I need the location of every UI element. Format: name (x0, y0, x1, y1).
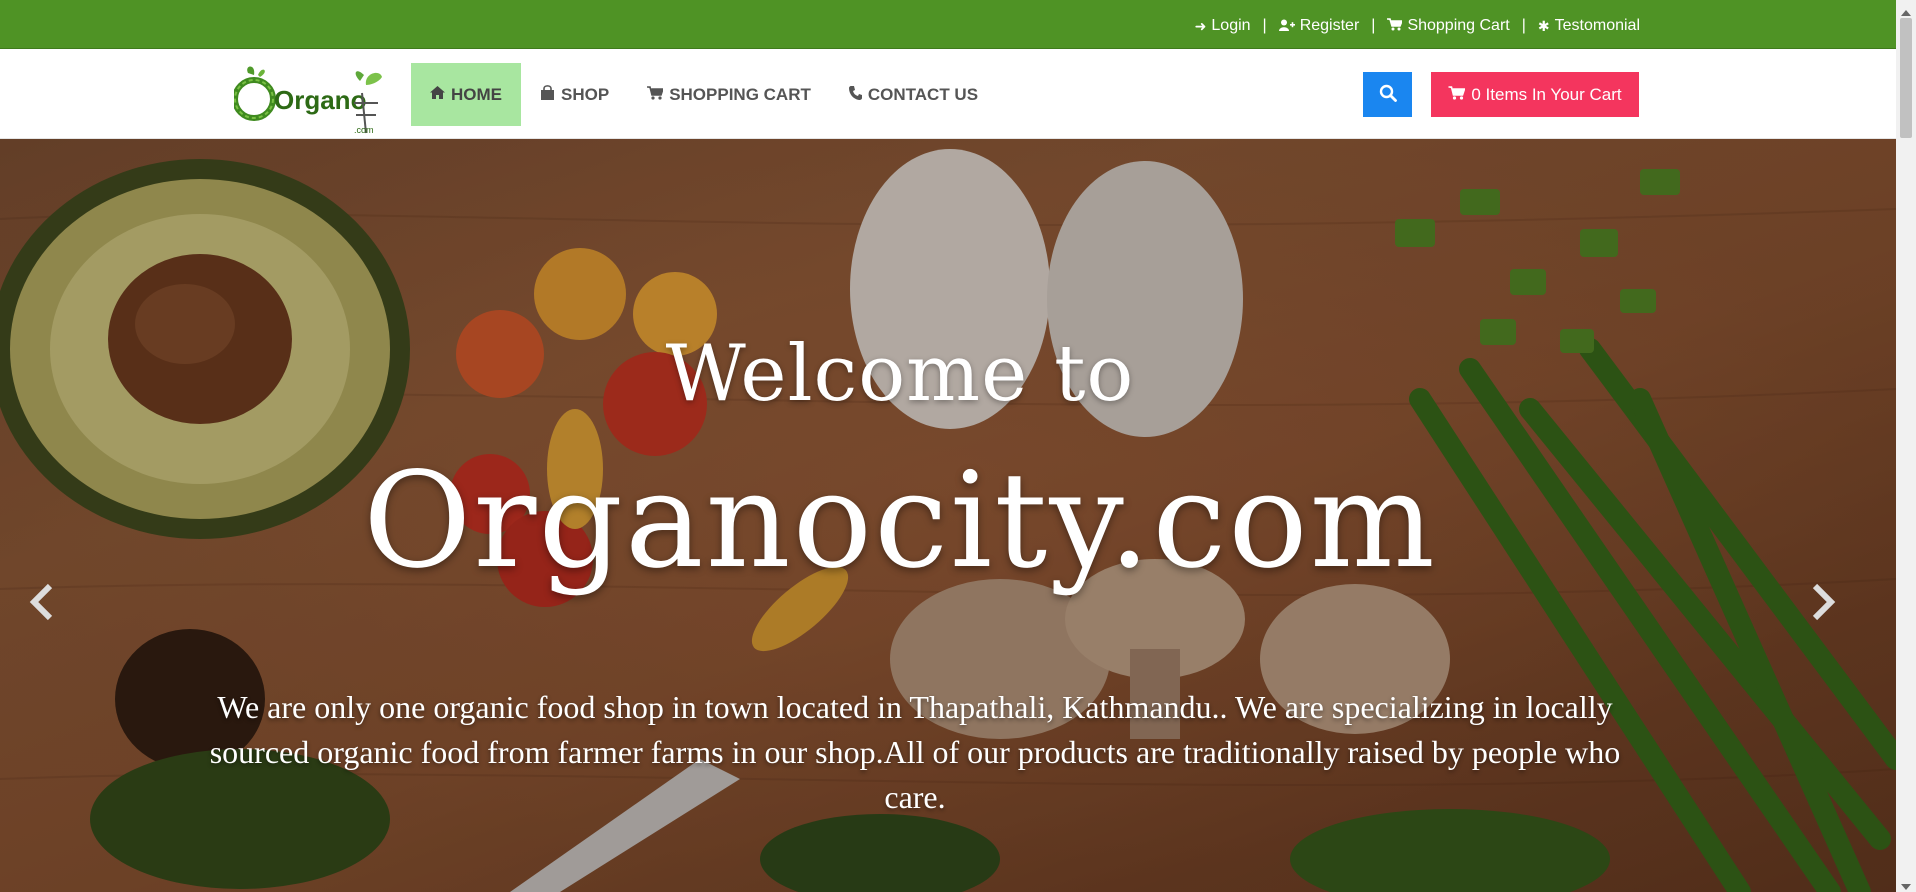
hero-title: Organocity.com (363, 444, 1437, 598)
nav-shopping-cart-label: SHOPPING CART (669, 84, 811, 104)
hero-subtitle: Welcome to (665, 329, 1135, 419)
main-nav: HOME SHOP SHOPPING CART CONTACT US (411, 63, 997, 126)
main-header: Organo .com HOME SHOP SHOPPING CART CONT… (0, 49, 1896, 139)
nav-contact-us-label: CONTACT US (867, 84, 979, 104)
testimonial-link[interactable]: ✱ Testomonial (1538, 17, 1640, 35)
separator: | (1371, 17, 1376, 34)
scroll-up-arrow[interactable] (1901, 4, 1911, 16)
top-bar: ➜ Login | Register | Shopping Cart | ✱ T… (0, 0, 1896, 49)
nav-contact-us[interactable]: CONTACT US (830, 63, 997, 126)
login-link[interactable]: ➜ Login (1195, 17, 1251, 35)
search-button[interactable] (1363, 72, 1412, 117)
cart-icon (647, 85, 665, 104)
hero-description: We are only one organic food shop in tow… (209, 689, 1621, 815)
top-links: ➜ Login | Register | Shopping Cart | ✱ T… (1195, 0, 1640, 52)
testimonial-label: Testomonial (1554, 17, 1640, 34)
cart-button-label: 0 Items In Your Cart (1471, 84, 1622, 104)
home-icon (430, 86, 445, 103)
logo-graphic: Organo .com (232, 66, 382, 135)
carousel-next-button[interactable] (1803, 579, 1843, 629)
phone-icon (848, 85, 862, 104)
carousel-prev-button[interactable] (22, 579, 62, 629)
user-plus-icon (1278, 18, 1295, 34)
cart-icon (1448, 85, 1466, 105)
nav-home-label: HOME (451, 84, 502, 104)
separator: | (1262, 17, 1267, 34)
nav-shop[interactable]: SHOP (521, 63, 628, 126)
shopping-cart-label: Shopping Cart (1407, 17, 1510, 34)
logo-text: Organo (274, 85, 366, 115)
separator: | (1521, 17, 1526, 34)
shopping-cart-link[interactable]: Shopping Cart (1387, 17, 1510, 35)
nav-shop-label: SHOP (561, 84, 610, 104)
nav-home[interactable]: HOME (411, 63, 521, 126)
page-scrollbar[interactable] (1896, 0, 1916, 892)
hero-carousel: Welcome to Organocity.com We are only on… (0, 139, 1896, 892)
scroll-thumb[interactable] (1900, 18, 1912, 138)
login-label: Login (1211, 17, 1251, 34)
register-label: Register (1299, 17, 1360, 34)
register-link[interactable]: Register (1278, 17, 1360, 35)
cart-button[interactable]: 0 Items In Your Cart (1431, 72, 1639, 117)
shopping-bag-icon (540, 85, 555, 104)
chevron-right-icon (1809, 582, 1837, 627)
nav-shopping-cart[interactable]: SHOPPING CART (628, 63, 830, 126)
site-logo[interactable]: Organo .com (232, 63, 394, 135)
cart-icon (1387, 18, 1404, 34)
asterisk-icon: ✱ (1537, 17, 1550, 34)
logo-small-text: .com (354, 125, 374, 135)
scroll-down-arrow[interactable] (1901, 878, 1911, 890)
sign-in-icon: ➜ (1194, 17, 1207, 34)
search-icon (1379, 84, 1397, 105)
chevron-left-icon (28, 582, 56, 627)
